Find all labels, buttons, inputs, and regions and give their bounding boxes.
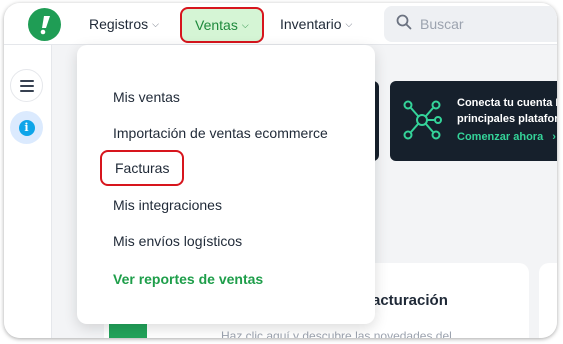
nav-registros[interactable]: Registros ⌵ [89,3,159,45]
menu-item-mis-ventas[interactable]: Mis ventas [113,89,180,105]
promo-line-2: principales platafor [457,113,557,125]
nav-inventario[interactable]: Inventario ⌵ [280,3,352,45]
menu-item-mis-integraciones[interactable]: Mis integraciones [113,197,222,213]
sales-reports-link[interactable]: Ver reportes de ventas [113,271,263,287]
network-icon [402,99,442,146]
menu-item-facturas[interactable]: Facturas [100,150,185,186]
start-now-label: Comenzar ahora [457,131,544,143]
billing-card-subtitle: Haz clic aquí y descubre las novedades d… [221,329,452,338]
app-window: Conecta tu cuenta E principales platafor… [4,3,557,338]
top-navigation: Registros ⌵ Ventas ⌵ Inventario ⌵ [4,3,557,45]
promo-text: Conecta tu cuenta E principales platafor [457,95,557,127]
search-icon [396,14,412,35]
chevron-right-icon: › [552,131,556,143]
search-box[interactable] [384,6,557,42]
exclamation-logo-icon[interactable] [28,8,61,41]
integration-promo-card[interactable]: Conecta tu cuenta E principales platafor… [390,81,557,161]
chevron-down-icon: ⌵ [152,18,159,29]
nav-ventas[interactable]: Ventas ⌵ [180,7,264,43]
menu-item-importacion-ecommerce[interactable]: Importación de ventas ecommerce [113,125,328,141]
partial-card-right [539,263,557,338]
search-input[interactable] [420,16,557,32]
info-icon: i [18,119,35,136]
promo-line-1: Conecta tu cuenta E [457,97,557,109]
nav-registros-label: Registros [89,16,149,32]
nav-ventas-label: Ventas [195,17,238,33]
hamburger-menu-icon[interactable] [10,69,43,102]
start-now-link[interactable]: Comenzar ahora › [457,131,556,143]
chevron-down-icon: ⌵ [345,18,353,29]
menu-item-mis-envios[interactable]: Mis envíos logísticos [113,233,242,249]
left-sidebar: i [4,45,52,338]
ventas-dropdown-menu: Mis ventas Importación de ventas ecommer… [77,45,375,324]
info-button[interactable]: i [10,111,43,144]
chevron-down-icon: ⌵ [241,19,249,30]
nav-inventario-label: Inventario [280,16,342,32]
